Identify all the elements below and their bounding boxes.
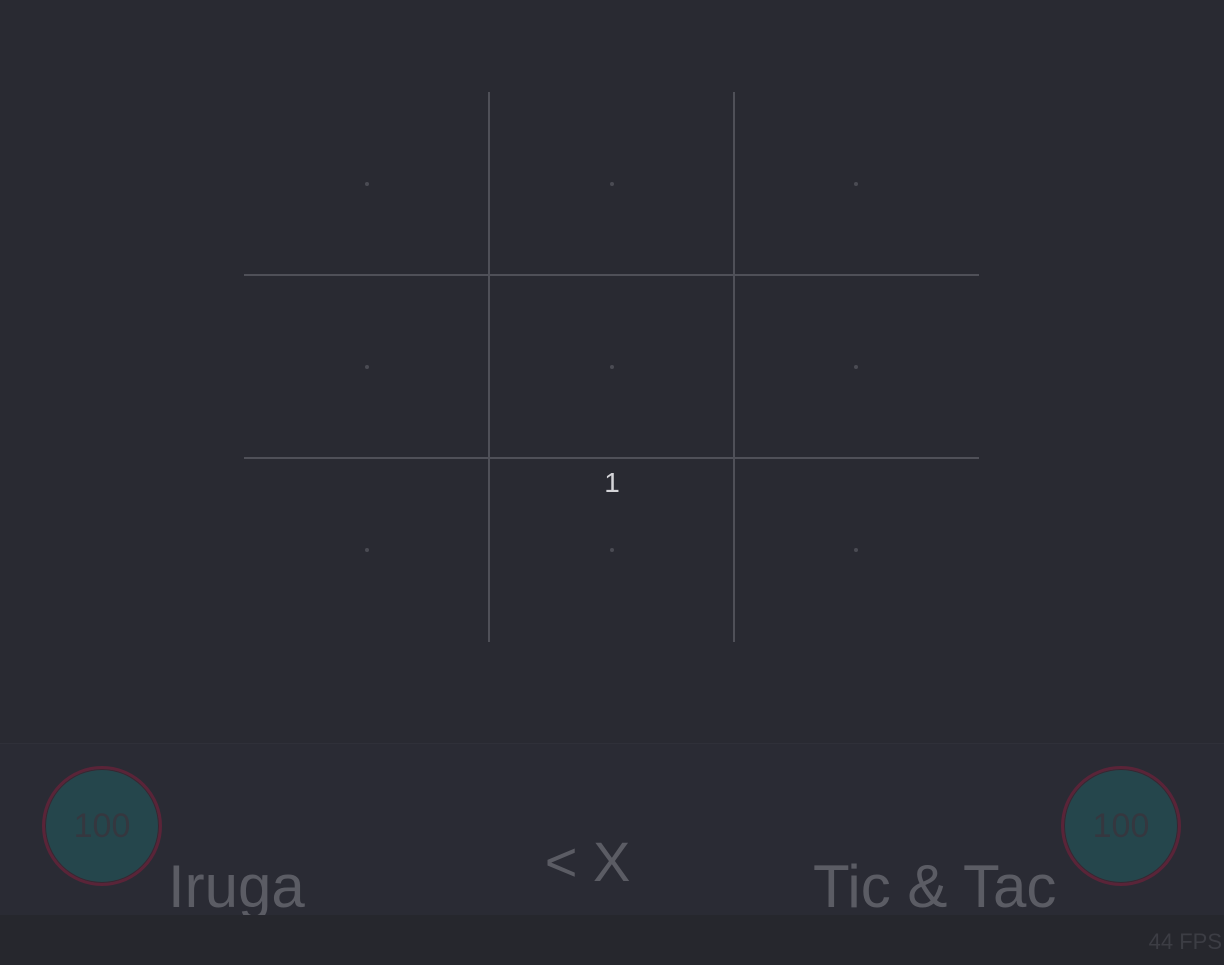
cell-dot-icon <box>854 547 858 552</box>
game-screen: 1 100 Iruga < X Tic & Tac 100 44 FPS <box>0 0 1224 965</box>
cell-dot-icon <box>854 364 858 369</box>
board-cell-2-2[interactable] <box>734 458 978 641</box>
cell-dot-icon <box>610 547 614 552</box>
tic-tac-toe-board: 1 <box>0 0 1224 740</box>
board-cell-0-2[interactable] <box>734 92 978 275</box>
board-cell-1-1[interactable] <box>490 275 734 458</box>
right-player-timer-value: 100 <box>1092 806 1150 845</box>
cell-dot-icon <box>365 181 369 186</box>
left-player-timer-value: 100 <box>73 806 131 845</box>
cell-dot-icon <box>854 181 858 186</box>
board-cell-0-1[interactable] <box>490 92 734 275</box>
cell-dot-icon <box>365 547 369 552</box>
board-cell-2-1[interactable]: 1 <box>490 458 734 641</box>
cell-dot-icon <box>365 364 369 369</box>
board-cell-1-2[interactable] <box>734 275 978 458</box>
left-player-timer: 100 <box>42 766 162 886</box>
status-bar: 44 FPS <box>0 915 1224 965</box>
turn-indicator: < X <box>544 830 631 893</box>
right-player-name: Tic & Tac <box>813 853 1057 920</box>
cell-dot-icon <box>610 181 614 186</box>
left-player-name: Iruga <box>168 853 305 920</box>
board-cell-0-0[interactable] <box>245 92 489 275</box>
board-cell-1-0[interactable] <box>245 275 489 458</box>
player-hud: 100 Iruga < X Tic & Tac 100 <box>0 743 1224 920</box>
fps-counter: 44 FPS <box>1148 929 1222 954</box>
right-player-timer: 100 <box>1061 766 1181 886</box>
cell-label: 1 <box>604 467 620 498</box>
cell-dot-icon <box>610 364 614 369</box>
board-cell-2-0[interactable] <box>245 458 489 641</box>
